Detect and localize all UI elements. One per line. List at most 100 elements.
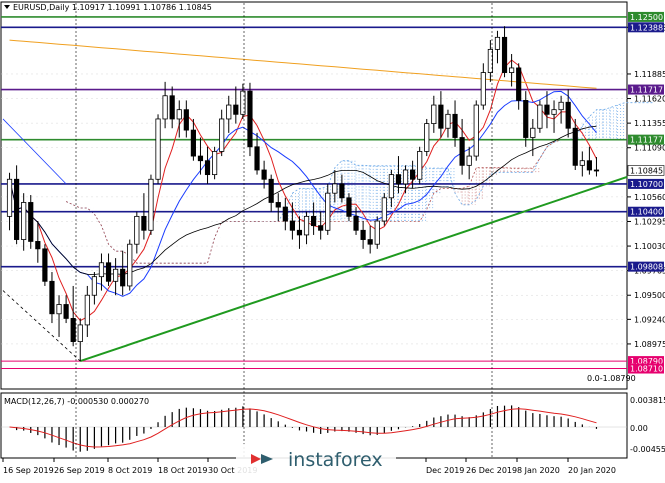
last-price-label: 1.10845 [630, 166, 663, 175]
bear-candle [459, 137, 465, 166]
bear-candle [70, 318, 76, 343]
price-tag-label: 1.10400 [630, 208, 663, 217]
y-tick-label: 1.11620 [634, 95, 665, 104]
watermark-text: instaforex [288, 449, 383, 471]
bear-candle [233, 104, 239, 115]
bear-candle [346, 197, 352, 217]
bear-candle [183, 109, 189, 131]
y-tick-label: 1.11090 [634, 144, 665, 153]
macd-axis-bottom: -0.004556 [630, 445, 665, 454]
bull-candle [226, 104, 232, 120]
price-tag-label: 1.09808 [630, 263, 663, 272]
bull-candle [176, 109, 182, 120]
x-tick-label: 26 Sep 2019 [54, 466, 105, 475]
bear-candle [318, 225, 324, 231]
bull-candle [402, 169, 409, 185]
bull-candle [381, 197, 387, 222]
bear-candle [14, 178, 20, 240]
bull-candle [162, 95, 168, 120]
bull-candle [579, 160, 585, 166]
bull-candle [127, 243, 133, 287]
bull-candle [303, 215, 310, 236]
bear-candle [282, 206, 288, 222]
y-tick-label: 1.09500 [634, 291, 665, 300]
bull-candle [374, 220, 380, 245]
bear-candle [593, 169, 600, 172]
bear-candle [35, 241, 41, 250]
macd-axis-zero: 0.00 [630, 424, 648, 433]
instaforex-logo-icon [251, 454, 273, 464]
bear-candle [141, 215, 147, 231]
bull-candle [21, 202, 27, 240]
bull-candle [445, 113, 451, 129]
bear-candle [120, 268, 126, 287]
bear-candle [586, 160, 592, 171]
bear-candle [261, 169, 267, 180]
x-tick-label: 18 Oct 2019 [158, 466, 207, 475]
y-tick-label: 1.10295 [634, 217, 665, 226]
bull-candle [212, 151, 218, 176]
bear-candle [353, 215, 359, 231]
bull-candle [332, 183, 338, 194]
bear-candle [42, 248, 48, 282]
price-tag-label: 1.11717 [630, 86, 663, 95]
y-tick-label: 1.10560 [634, 193, 665, 202]
bull-candle [134, 215, 140, 245]
bull-candle [530, 127, 536, 138]
x-tick-label: Dec 2019 [426, 466, 464, 475]
bear-candle [339, 183, 345, 199]
bear-candle [367, 239, 373, 245]
x-tick-label: 16 Sep 2019 [3, 466, 54, 475]
y-tick-label: 1.11885 [634, 70, 665, 79]
bull-candle [509, 67, 515, 73]
bear-candle [360, 229, 366, 240]
bull-candle [219, 118, 225, 152]
y-tick-label: 1.10030 [634, 242, 665, 251]
bear-candle [572, 127, 578, 166]
bear-candle [247, 90, 253, 148]
bull-candle [77, 324, 83, 343]
bull-candle [113, 268, 119, 282]
bear-candle [190, 129, 196, 157]
bull-candle [480, 72, 486, 106]
macd-label: MACD(12,26,7) -0.000530 0.000270 [4, 397, 149, 406]
bull-candle [431, 104, 437, 125]
bear-candle [438, 104, 444, 129]
bear-candle [63, 304, 69, 319]
y-tick-label: 1.08975 [634, 340, 665, 349]
x-tick-label: 26 Dec 2019 [466, 466, 517, 475]
bull-candle [84, 294, 90, 326]
bear-candle [516, 67, 522, 101]
bear-candle [410, 169, 416, 180]
bull-candle [537, 104, 543, 129]
macd-axis-top: 0.003815 [630, 396, 665, 405]
bull-candle [388, 174, 394, 199]
bull-candle [558, 101, 564, 111]
bear-candle [49, 280, 55, 315]
bear-candle [452, 113, 458, 138]
bear-candle [296, 229, 303, 236]
y-tick-label: 1.11355 [634, 119, 665, 128]
bull-candle [6, 178, 13, 217]
price-tag-label: 1.10700 [630, 180, 663, 189]
bear-candle [254, 146, 260, 171]
bear-candle [501, 36, 508, 73]
price-tag-label: 1.12500 [630, 13, 663, 22]
bull-candle [551, 109, 557, 115]
bear-candle [105, 262, 112, 282]
bear-candle [169, 95, 175, 120]
price-tag-label: 1.08710 [630, 365, 663, 374]
bear-candle [28, 202, 34, 242]
bull-candle [325, 192, 331, 231]
bull-candle [155, 118, 161, 180]
bull-candle [148, 178, 154, 231]
bull-candle [417, 151, 423, 180]
x-tick-label: 8 Oct 2019 [108, 466, 152, 475]
bear-candle [311, 215, 317, 227]
bear-candle [275, 202, 281, 208]
price-tag-label: 1.12388 [630, 23, 663, 32]
bull-candle [91, 276, 97, 296]
x-tick-label: 8 Jan 2020 [517, 466, 560, 475]
bull-candle [98, 262, 105, 278]
bear-candle [197, 155, 204, 162]
